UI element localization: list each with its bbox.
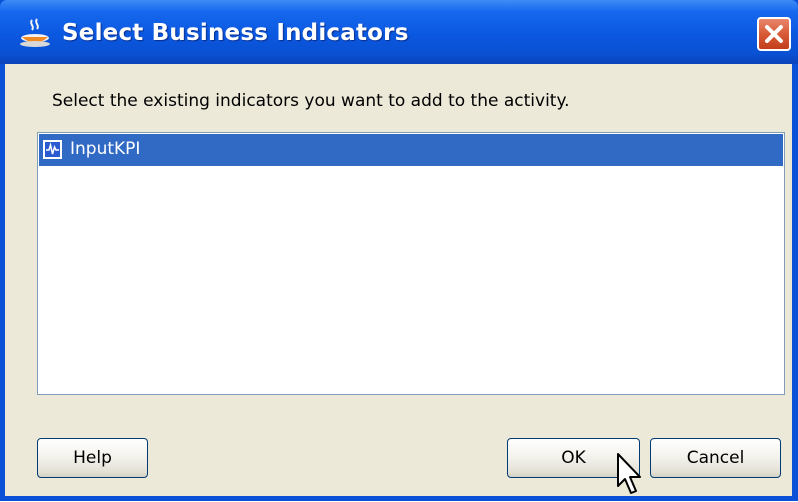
dialog-title: Select Business Indicators — [62, 20, 409, 46]
help-button[interactable]: Help — [37, 438, 148, 478]
list-item-inputkpi[interactable]: InputKPI — [39, 134, 783, 166]
instruction-text: Select the existing indicators you want … — [52, 91, 570, 111]
ok-button[interactable]: OK — [507, 438, 640, 478]
oracle-jdeveloper-cup-icon — [18, 18, 54, 50]
kpi-indicator-icon — [43, 140, 62, 159]
indicators-list[interactable]: InputKPI — [37, 132, 785, 395]
close-button[interactable] — [757, 17, 791, 51]
cancel-button[interactable]: Cancel — [650, 438, 781, 478]
title-bar[interactable]: Select Business Indicators — [0, 0, 798, 64]
list-item-label: InputKPI — [70, 139, 141, 159]
close-icon — [765, 25, 783, 43]
dialog-window: Select Business Indicators Select the ex… — [0, 0, 798, 501]
